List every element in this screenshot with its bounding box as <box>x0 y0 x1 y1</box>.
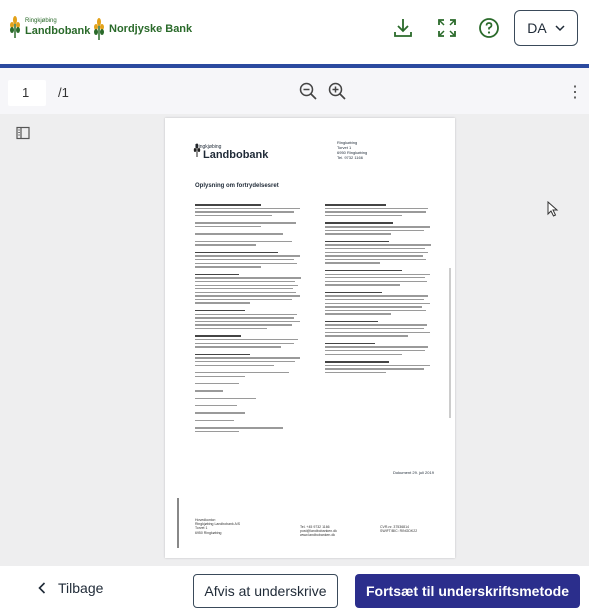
back-label: Tilbage <box>58 580 104 596</box>
decline-sign-button[interactable]: Afvis at underskrive <box>193 574 338 608</box>
doc-footer-middle: Tel. +45 9732 1166 post@landbobanken.dk … <box>300 525 337 538</box>
ringkjobing-landbobank-logo: Ringkjøbing Landbobank <box>8 16 90 38</box>
fullscreen-icon[interactable] <box>435 16 459 40</box>
document-viewer: Ringkjøbing Landbobank Ringkøbing Torvet… <box>0 114 589 566</box>
pdf-toolbar: 1 /1 ⋮ <box>0 64 589 114</box>
sidebar-toggle-icon[interactable] <box>16 126 30 140</box>
doc-footer-right: CVR-nr. 37536814 SWIFT/BIC: RINGDK22 <box>380 525 418 534</box>
continue-sign-method-button[interactable]: Fortsæt til underskriftsmetode <box>355 574 580 608</box>
back-link[interactable]: Tilbage <box>38 580 103 596</box>
wheat-icon <box>94 18 104 40</box>
doc-side-text-left <box>177 498 179 548</box>
zoom-in-icon[interactable] <box>327 81 347 101</box>
page-number-input[interactable]: 1 <box>8 80 46 106</box>
chevron-down-icon <box>555 24 565 31</box>
chevron-left-icon <box>38 582 46 594</box>
page-total: /1 <box>58 85 69 100</box>
zoom-out-icon[interactable] <box>298 81 318 101</box>
doc-address: Ringkøbing Torvet 1 6950 Ringkøbing Tel.… <box>337 140 368 160</box>
logo-small-text: Ringkjøbing <box>25 17 57 24</box>
doc-column-left <box>195 204 305 434</box>
action-footer: Tilbage Afvis at underskrive Fortsæt til… <box>0 566 589 612</box>
language-select[interactable]: DA <box>514 10 578 46</box>
nordjyske-bank-logo: Nordjyske Bank <box>92 18 192 40</box>
app-header: Ringkjøbing Landbobank Nordjyske Bank DA <box>0 0 589 58</box>
language-label: DA <box>527 20 547 36</box>
doc-column-right <box>325 204 435 379</box>
logo2-text: Nordjyske Bank <box>109 23 193 35</box>
document-page: Ringkjøbing Landbobank Ringkøbing Torvet… <box>165 118 455 558</box>
wheat-icon <box>10 16 20 38</box>
doc-title: Oplysning om fortrydelsesret <box>195 183 279 189</box>
doc-footer-left: Hovedkontor: Ringkjøbing Landbobank A/S … <box>195 518 241 535</box>
more-options-icon[interactable]: ⋮ <box>567 82 583 102</box>
mouse-cursor-icon <box>547 201 559 217</box>
doc-date: Dokument 29. juli 2019 <box>393 470 434 475</box>
page-current: 1 <box>22 85 30 100</box>
download-icon[interactable] <box>391 16 415 40</box>
doc-logo-big: Landbobank <box>203 149 269 161</box>
help-icon[interactable] <box>477 16 501 40</box>
logo-big-text: Landbobank <box>25 24 91 37</box>
doc-side-text <box>449 268 451 418</box>
